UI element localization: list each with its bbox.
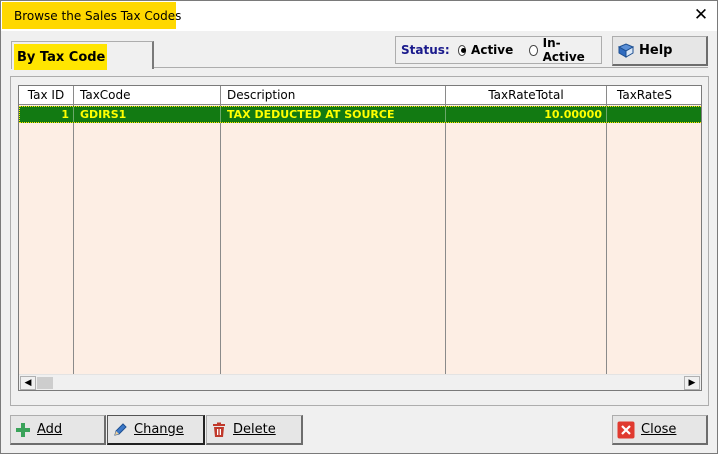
pencil-icon: [114, 422, 127, 436]
delete-label: Delete: [233, 422, 276, 437]
close-label: Close: [641, 422, 677, 437]
change-button[interactable]: Change: [107, 415, 205, 445]
column-header-tax-code[interactable]: TaxCode: [74, 86, 221, 105]
tab-label: By Tax Code: [14, 44, 107, 70]
delete-button[interactable]: Delete: [206, 415, 303, 445]
status-active-label[interactable]: Active: [471, 43, 513, 57]
tab-by-tax-code[interactable]: By Tax Code: [11, 41, 154, 70]
help-button[interactable]: Help: [612, 36, 708, 66]
status-inactive-radio[interactable]: [529, 44, 538, 56]
tax-codes-grid[interactable]: Tax ID TaxCode Description TaxRateTotal …: [18, 85, 702, 391]
window-title: Browse the Sales Tax Codes: [14, 8, 182, 23]
trash-icon: [213, 422, 225, 437]
cell-tax-code: GDIRS1: [74, 107, 221, 122]
grid-header: Tax ID TaxCode Description TaxRateTotal …: [19, 86, 701, 105]
column-header-description[interactable]: Description: [221, 86, 446, 105]
tab-divider: [154, 67, 708, 68]
column-divider: [73, 105, 74, 375]
title-highlight: Browse the Sales Tax Codes: [2, 2, 181, 29]
close-button[interactable]: Close: [612, 415, 708, 445]
help-book-icon: [617, 42, 635, 58]
table-row[interactable]: 1 GDIRS1 TAX DEDUCTED AT SOURCE 10.00000: [19, 106, 701, 123]
change-label: Change: [134, 422, 184, 437]
scroll-thumb[interactable]: [37, 377, 53, 389]
cell-description: TAX DEDUCTED AT SOURCE: [221, 107, 446, 122]
column-divider: [220, 105, 221, 375]
add-button[interactable]: Add: [10, 415, 106, 445]
cell-tax-id: 1: [20, 107, 74, 122]
horizontal-scrollbar[interactable]: ◀ ▶: [19, 374, 701, 390]
browse-tax-codes-window: Browse the Sales Tax Codes ✕ By Tax Code…: [0, 0, 718, 454]
status-label: Status:: [401, 43, 450, 57]
column-divider: [445, 105, 446, 375]
column-header-tax-rate-total[interactable]: TaxRateTotal: [446, 86, 607, 105]
scroll-left-icon[interactable]: ◀: [20, 376, 36, 390]
status-filter-group: Status: Active In-Active: [395, 36, 602, 64]
window-close-icon[interactable]: ✕: [693, 7, 709, 24]
status-inactive-label[interactable]: In-Active: [543, 36, 585, 64]
column-header-tax-rate-s[interactable]: TaxRateS: [607, 86, 701, 105]
cell-tax-rate-s: [607, 107, 701, 122]
plus-icon: [16, 422, 30, 437]
add-label: Add: [37, 422, 63, 437]
column-divider: [606, 105, 607, 375]
column-header-tax-id[interactable]: Tax ID: [19, 86, 74, 105]
title-bar[interactable]: Browse the Sales Tax Codes ✕: [1, 1, 717, 31]
close-icon: [617, 421, 635, 438]
status-active-radio[interactable]: [457, 44, 467, 56]
cell-tax-rate-total: 10.00000: [446, 107, 607, 122]
help-label: Help: [639, 43, 673, 58]
scroll-right-icon[interactable]: ▶: [684, 376, 700, 390]
